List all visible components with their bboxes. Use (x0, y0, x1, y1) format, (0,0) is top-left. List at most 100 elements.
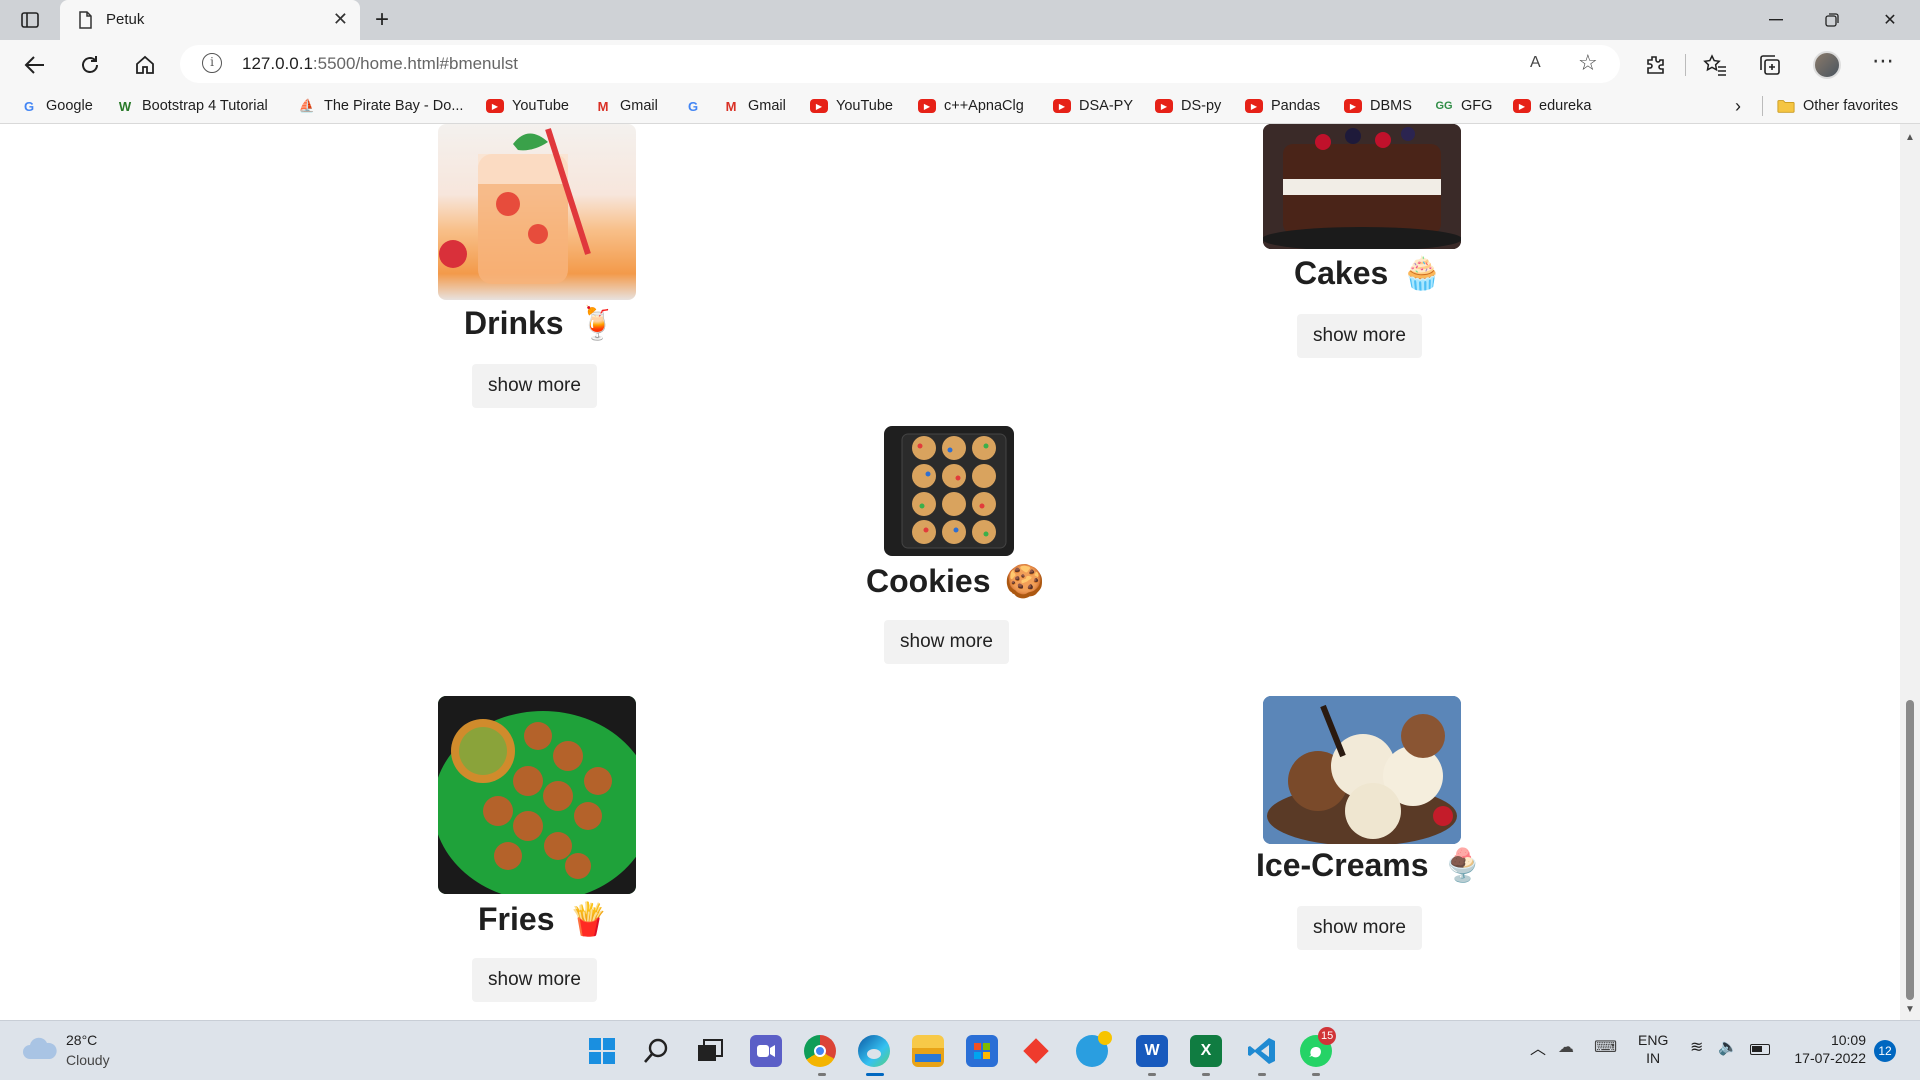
clock[interactable]: 10:09 17-07-2022 (1788, 1031, 1866, 1067)
touch-keyboard-icon[interactable]: ⌨ (1594, 1039, 1617, 1057)
bookmark-piratebay[interactable]: ⛵ The Pirate Bay - Do... (298, 95, 464, 117)
page-scrollbar[interactable]: ▲ ▼ (1900, 124, 1920, 1020)
french-fries-icon: 🍟 (568, 901, 609, 937)
bookmark-youtube-2[interactable]: ▶ YouTube (810, 95, 893, 117)
youtube-icon: ▶ (918, 99, 936, 113)
youtube-icon: ▶ (486, 99, 504, 113)
w3-icon: W (118, 98, 132, 114)
scroll-up-icon[interactable]: ▲ (1905, 132, 1915, 143)
cupcake-icon: 🧁 (1402, 255, 1443, 291)
bookmark-gmail[interactable]: M Gmail (594, 95, 658, 117)
drinks-show-more-button[interactable]: show more (472, 364, 597, 408)
ice-creams-show-more-button[interactable]: show more (1297, 906, 1422, 950)
cloud-icon (23, 1037, 57, 1059)
wifi-icon[interactable]: ≋ (1690, 1039, 1703, 1057)
chrome-icon[interactable] (804, 1035, 836, 1067)
bookmark-youtube[interactable]: ▶ YouTube (486, 95, 569, 117)
bookmark-ds-py[interactable]: ▶ DS-py (1155, 95, 1221, 117)
search-icon[interactable] (640, 1035, 672, 1067)
teams-chat-icon[interactable] (750, 1035, 782, 1067)
battery-icon[interactable] (1750, 1044, 1770, 1055)
edge-icon[interactable] (858, 1035, 890, 1067)
drinks-image (438, 124, 636, 300)
minimize-icon[interactable] (1756, 6, 1796, 34)
add-favorite-icon[interactable]: ☆ (1578, 50, 1598, 76)
bookmark-edureka[interactable]: ▶ edureka (1513, 95, 1591, 117)
cookies-show-more-button[interactable]: show more (884, 620, 1009, 664)
python-idle-icon[interactable] (1076, 1031, 1112, 1067)
profile-avatar[interactable] (1812, 50, 1842, 80)
chrome-running-indicator (818, 1073, 826, 1076)
page-content: Drinks 🍹 show more Cakes 🧁 show more Coo… (0, 124, 1900, 1020)
extensions-icon[interactable] (1640, 50, 1670, 80)
whatsapp-badge: 15 (1318, 1027, 1337, 1045)
bookmark-bootstrap[interactable]: W Bootstrap 4 Tutorial (116, 95, 268, 117)
cookies-title: Cookies 🍪 (866, 562, 1045, 600)
cakes-show-more-button[interactable]: show more (1297, 314, 1422, 358)
ice-cream-icon: 🍨 (1442, 847, 1483, 883)
excel-icon[interactable]: X (1190, 1035, 1222, 1067)
weather-temp: 28°C (66, 1032, 98, 1048)
microsoft-store-icon[interactable] (966, 1035, 998, 1067)
refresh-icon[interactable] (75, 50, 105, 80)
site-info-icon[interactable]: i (202, 53, 222, 73)
bookmark-google-2[interactable]: G (684, 95, 710, 117)
bookmark-cpp-apnaclg[interactable]: ▶ c++ApnaClg (918, 95, 1024, 117)
onedrive-icon[interactable]: ☁ (1558, 1039, 1574, 1057)
tab-strip: Petuk ✕ + ✕ (0, 0, 1920, 40)
new-tab-icon[interactable]: + (362, 6, 402, 34)
bookmark-dbms[interactable]: ▶ DBMS (1344, 95, 1412, 117)
scrollbar-thumb[interactable] (1906, 700, 1914, 1000)
excel-running-indicator (1202, 1073, 1210, 1076)
more-bookmarks-chevron-icon[interactable]: › (1735, 95, 1741, 117)
anydesk-icon[interactable] (1020, 1035, 1052, 1067)
gmail-icon: M (725, 98, 737, 114)
close-tab-icon[interactable]: ✕ (333, 9, 348, 30)
cakes-image (1263, 124, 1461, 249)
bookmark-google[interactable]: G Google (20, 95, 93, 117)
favorites-icon[interactable] (1700, 50, 1730, 80)
address-bar[interactable]: i 127.0.0.1:5500/home.html#bmenulst A ☆ (180, 45, 1620, 83)
gfg-icon: GG (1435, 100, 1453, 112)
volume-icon[interactable]: 🔈 (1718, 1039, 1738, 1057)
bookmark-pandas[interactable]: ▶ Pandas (1245, 95, 1320, 117)
bookmark-gfg[interactable]: GG GFG (1435, 95, 1492, 117)
restore-icon[interactable] (1812, 6, 1852, 34)
drinks-title: Drinks 🍹 (464, 304, 618, 342)
word-icon[interactable]: W (1136, 1035, 1168, 1067)
read-aloud-icon[interactable]: A (1530, 54, 1541, 72)
fries-show-more-button[interactable]: show more (472, 958, 597, 1002)
notification-badge[interactable]: 12 (1874, 1040, 1896, 1062)
weather-desc: Cloudy (66, 1052, 110, 1068)
tropical-drink-icon: 🍹 (577, 305, 618, 341)
tab-actions-icon[interactable] (10, 6, 50, 34)
collections-icon[interactable] (1755, 50, 1785, 80)
page-icon (79, 11, 92, 29)
youtube-icon: ▶ (1513, 99, 1531, 113)
youtube-icon: ▶ (1245, 99, 1263, 113)
tab-petuk[interactable]: Petuk ✕ (60, 0, 360, 40)
back-icon[interactable] (20, 50, 50, 80)
start-icon[interactable] (586, 1035, 618, 1067)
weather-widget[interactable] (22, 1033, 58, 1068)
cookies-image (884, 426, 1014, 556)
show-hidden-icons-chevron-icon[interactable]: ︿ (1530, 1041, 1546, 1059)
address-url[interactable]: 127.0.0.1:5500/home.html#bmenulst (242, 54, 518, 74)
youtube-icon: ▶ (1053, 99, 1071, 113)
home-icon[interactable] (130, 50, 160, 80)
ice-creams-image (1263, 696, 1461, 844)
bookmark-other-favorites[interactable]: Other favorites (1777, 95, 1898, 117)
language-indicator[interactable]: ENG IN (1638, 1031, 1668, 1067)
cakes-title: Cakes 🧁 (1294, 254, 1443, 292)
bookmark-gmail-2[interactable]: M Gmail (722, 95, 786, 117)
scroll-down-icon[interactable]: ▼ (1905, 1004, 1915, 1015)
browser-toolbar: i 127.0.0.1:5500/home.html#bmenulst A ☆ … (0, 40, 1920, 88)
close-window-icon[interactable]: ✕ (1870, 6, 1910, 34)
more-options-icon[interactable]: ⋯ (1868, 46, 1898, 76)
fries-image (438, 696, 636, 894)
file-explorer-icon[interactable] (912, 1035, 944, 1067)
bookmark-dsa-py[interactable]: ▶ DSA-PY (1053, 95, 1133, 117)
vscode-icon[interactable] (1246, 1035, 1278, 1067)
tab-title: Petuk (106, 11, 145, 28)
task-view-icon[interactable] (694, 1035, 726, 1067)
